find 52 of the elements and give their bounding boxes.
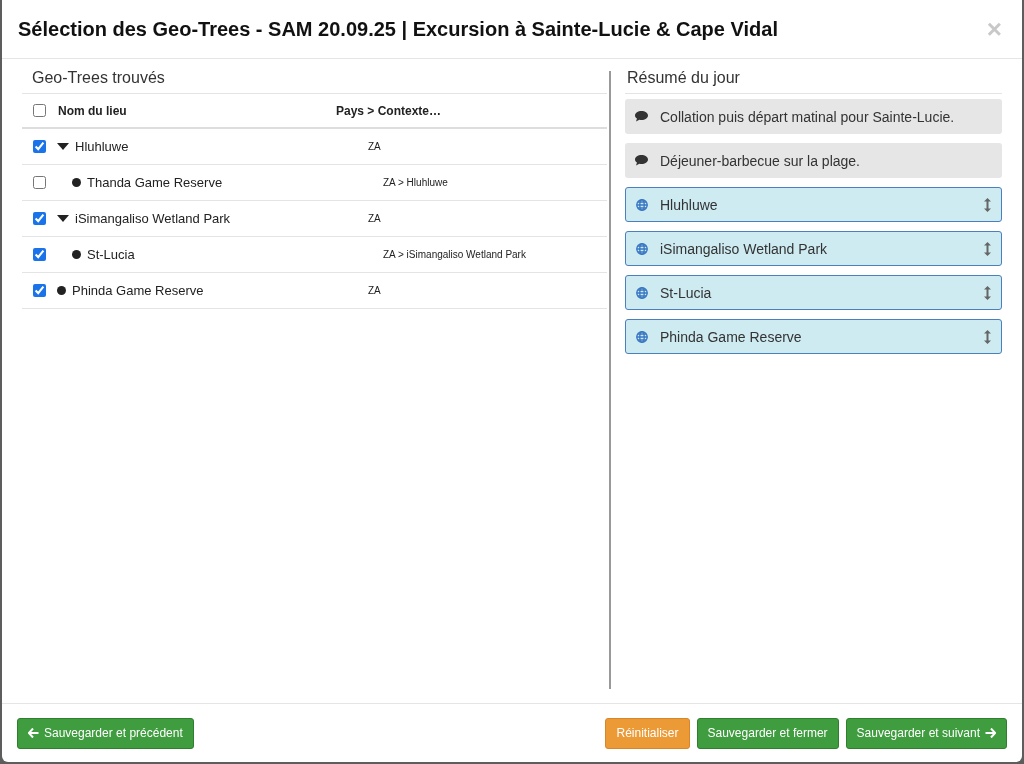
- place-text: St-Lucia: [660, 284, 713, 301]
- row-checkbox[interactable]: [32, 140, 46, 153]
- place-item[interactable]: iSimangaliso Wetland Park: [625, 231, 1002, 266]
- arrow-left-icon: [28, 728, 39, 738]
- drag-handle-icon[interactable]: [984, 329, 991, 344]
- place-item[interactable]: Phinda Game Reserve: [625, 319, 1002, 354]
- globe-icon: [636, 286, 648, 299]
- column-header: Pays > Contexte…: [336, 103, 442, 118]
- place-text: Hluhluwe: [660, 196, 719, 213]
- drag-handle-icon[interactable]: [984, 285, 991, 300]
- place-name: St-Lucia: [87, 247, 135, 262]
- drag-handle-icon[interactable]: [984, 241, 991, 256]
- context-text: ZA: [367, 285, 381, 296]
- place-item[interactable]: Hluhluwe: [625, 187, 1002, 222]
- place-text: Phinda Game Reserve: [660, 328, 803, 345]
- comment-icon: [635, 155, 648, 166]
- context-text: ZA > Hluhluwe: [382, 177, 448, 188]
- drag-handle-icon[interactable]: [984, 197, 991, 212]
- globe-icon: [636, 198, 648, 211]
- row-checkbox[interactable]: [32, 284, 46, 297]
- context-text: ZA: [367, 141, 381, 152]
- place-name: Hluhluwe: [75, 139, 129, 154]
- save-button[interactable]: Sauvegarder et précédent: [17, 717, 194, 749]
- bullet-icon: [72, 250, 81, 259]
- arrow-right-icon: [985, 728, 996, 738]
- expand-arrow-icon[interactable]: [57, 214, 69, 223]
- row-checkbox[interactable]: [32, 212, 46, 225]
- modal-title: Sélection des Geo-Trees - SAM 20.09.25 | Excursion à Sainte-Lucie & Cape Vidal: [18, 17, 779, 41]
- row-checkbox[interactable]: [32, 176, 46, 189]
- note-text: Déjeuner-barbecue sur la plage.: [660, 152, 861, 169]
- reset-button[interactable]: Réinitialiser: [605, 717, 690, 749]
- place-name: Phinda Game Reserve: [72, 283, 204, 298]
- comment-icon: [635, 111, 648, 122]
- save-button[interactable]: Sauvegarder et fermer: [696, 717, 839, 749]
- panel-title: Geo-Trees trouvés: [22, 69, 607, 94]
- bullet-icon: [72, 178, 81, 187]
- place-text: iSimangaliso Wetland Park: [660, 240, 829, 257]
- expand-arrow-icon[interactable]: [57, 142, 69, 151]
- context-text: ZA: [367, 213, 381, 224]
- globe-icon: [636, 242, 648, 255]
- place-name: Thanda Game Reserve: [87, 175, 223, 190]
- bullet-icon: [57, 286, 66, 295]
- save-button[interactable]: Sauvegarder et suivant: [845, 717, 1007, 749]
- row-checkbox[interactable]: [32, 248, 46, 261]
- note-text: Collation puis départ matinal pour Sainte-Lucie.: [660, 108, 956, 125]
- place-item[interactable]: St-Lucia: [625, 275, 1002, 310]
- context-text: ZA > iSimangaliso Wetland Park: [382, 249, 526, 260]
- place-name: iSimangaliso Wetland Park: [75, 211, 231, 226]
- globe-icon: [636, 330, 648, 343]
- column-header: Nom du lieu: [57, 103, 128, 118]
- select-all-checkbox[interactable]: [32, 104, 46, 117]
- panel-title: Résumé du jour: [625, 69, 1002, 94]
